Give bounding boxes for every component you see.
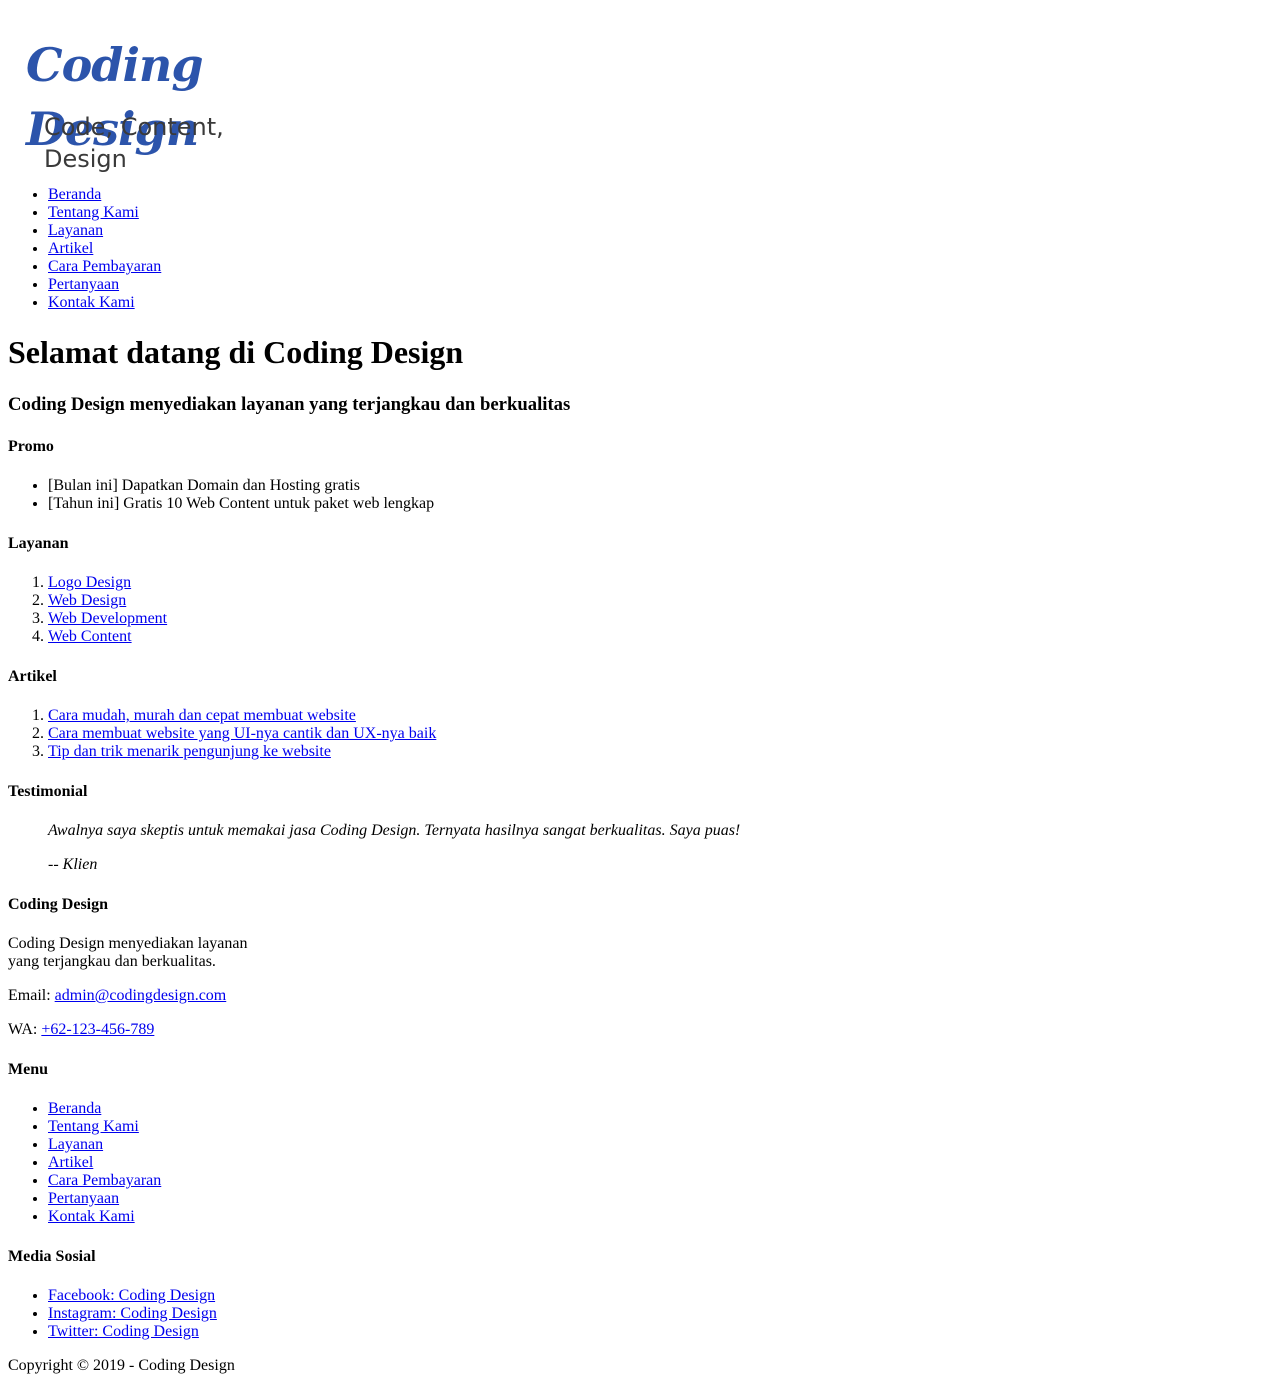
page: Coding Design Code, Content, Design Bera…: [0, 0, 1280, 1375]
nav-link-layanan[interactable]: Layanan: [48, 222, 103, 239]
copyright: Copyright © 2019 - Coding Design: [8, 1357, 235, 1374]
footer-menu-list: Beranda Tentang Kami Layanan Artikel Car…: [8, 1100, 1272, 1226]
nav-link-cara-pembayaran[interactable]: Cara Pembayaran: [48, 258, 161, 275]
wa-link[interactable]: +62-123-456-789: [41, 1021, 154, 1038]
promo-item: [Bulan ini] Dapatkan Domain dan Hosting …: [48, 477, 1272, 495]
footer-link-cara-pembayaran[interactable]: Cara Pembayaran: [48, 1172, 161, 1189]
services-list: Logo Design Web Design Web Development W…: [8, 574, 1272, 646]
articles-heading: Artikel: [8, 668, 57, 685]
article-link[interactable]: Tip dan trik menarik pengunjung ke websi…: [48, 743, 331, 760]
about-line-2: yang terjangkau dan berkualitas.: [8, 953, 216, 970]
nav-item-tentang-kami: Tentang Kami: [48, 204, 1272, 222]
footer-menu-item: Tentang Kami: [48, 1118, 1272, 1136]
article-link[interactable]: Cara mudah, murah dan cepat membuat webs…: [48, 707, 356, 724]
wa-label: WA:: [8, 1021, 38, 1038]
logo-tagline: Code, Content, Design: [44, 113, 224, 173]
footer-link-artikel[interactable]: Artikel: [48, 1154, 93, 1171]
service-item: Web Content: [48, 628, 1272, 646]
logo[interactable]: Coding Design Code, Content, Design: [22, 33, 312, 173]
article-item: Cara mudah, murah dan cepat membuat webs…: [48, 707, 1272, 725]
email-line: Email: admin@codingdesign.com: [8, 987, 1272, 1005]
article-item: Cara membuat website yang UI-nya cantik …: [48, 725, 1272, 743]
nav-item-beranda: Beranda: [48, 186, 1272, 204]
testimonial-author: -- Klien: [48, 856, 98, 873]
testimonial-heading: Testimonial: [8, 783, 88, 800]
footer-menu-item: Cara Pembayaran: [48, 1172, 1272, 1190]
social-heading: Media Sosial: [8, 1248, 96, 1265]
main-nav: Beranda Tentang Kami Layanan Artikel Car…: [8, 186, 1272, 312]
footer-menu-heading: Menu: [8, 1061, 48, 1078]
footer-link-tentang-kami[interactable]: Tentang Kami: [48, 1118, 139, 1135]
social-item: Instagram: Coding Design: [48, 1305, 1272, 1323]
nav-item-layanan: Layanan: [48, 222, 1272, 240]
nav-item-kontak-kami: Kontak Kami: [48, 294, 1272, 312]
testimonial-text: Awalnya saya skeptis untuk memakai jasa …: [48, 822, 741, 839]
logo-container: Coding Design Code, Content, Design: [8, 0, 1272, 173]
page-subtitle: Coding Design menyediakan layanan yang t…: [8, 394, 571, 415]
promo-item: [Tahun ini] Gratis 10 Web Content untuk …: [48, 495, 1272, 513]
articles-list: Cara mudah, murah dan cepat membuat webs…: [8, 707, 1272, 761]
footer-menu-item: Beranda: [48, 1100, 1272, 1118]
footer-menu-item: Layanan: [48, 1136, 1272, 1154]
promo-list: [Bulan ini] Dapatkan Domain dan Hosting …: [8, 477, 1272, 513]
site-footer: Coding Design Coding Design menyediakan …: [8, 896, 1272, 1375]
email-link[interactable]: admin@codingdesign.com: [55, 987, 227, 1004]
footer-link-pertanyaan[interactable]: Pertanyaan: [48, 1190, 119, 1207]
wa-line: WA: +62-123-456-789: [8, 1021, 1272, 1039]
about-line-1: Coding Design menyediakan layanan: [8, 935, 248, 952]
footer-menu-item: Kontak Kami: [48, 1208, 1272, 1226]
email-label: Email:: [8, 987, 51, 1004]
footer-menu-item: Pertanyaan: [48, 1190, 1272, 1208]
services-heading: Layanan: [8, 535, 69, 552]
service-link-logo-design[interactable]: Logo Design: [48, 574, 131, 591]
page-title: Selamat datang di Coding Design: [8, 334, 464, 370]
nav-item-cara-pembayaran: Cara Pembayaran: [48, 258, 1272, 276]
main-nav-list: Beranda Tentang Kami Layanan Artikel Car…: [8, 186, 1272, 312]
nav-link-beranda[interactable]: Beranda: [48, 186, 101, 203]
promo-heading: Promo: [8, 438, 54, 455]
social-link-twitter[interactable]: Twitter: Coding Design: [48, 1323, 199, 1340]
article-link[interactable]: Cara membuat website yang UI-nya cantik …: [48, 725, 436, 742]
social-item: Twitter: Coding Design: [48, 1323, 1272, 1341]
nav-link-tentang-kami[interactable]: Tentang Kami: [48, 204, 139, 221]
about-heading: Coding Design: [8, 896, 109, 913]
nav-item-artikel: Artikel: [48, 240, 1272, 258]
footer-menu-item: Artikel: [48, 1154, 1272, 1172]
footer-link-layanan[interactable]: Layanan: [48, 1136, 103, 1153]
service-item: Web Design: [48, 592, 1272, 610]
footer-link-kontak-kami[interactable]: Kontak Kami: [48, 1208, 135, 1225]
footer-link-beranda[interactable]: Beranda: [48, 1100, 101, 1117]
social-item: Facebook: Coding Design: [48, 1287, 1272, 1305]
testimonial-quote: Awalnya saya skeptis untuk memakai jasa …: [48, 822, 1232, 874]
social-link-instagram[interactable]: Instagram: Coding Design: [48, 1305, 217, 1322]
nav-link-artikel[interactable]: Artikel: [48, 240, 93, 257]
social-link-facebook[interactable]: Facebook: Coding Design: [48, 1287, 215, 1304]
about-text: Coding Design menyediakan layanan yang t…: [8, 935, 1272, 971]
nav-link-kontak-kami[interactable]: Kontak Kami: [48, 294, 135, 311]
nav-item-pertanyaan: Pertanyaan: [48, 276, 1272, 294]
service-item: Web Development: [48, 610, 1272, 628]
service-link-web-design[interactable]: Web Design: [48, 592, 126, 609]
service-link-web-development[interactable]: Web Development: [48, 610, 167, 627]
article-item: Tip dan trik menarik pengunjung ke websi…: [48, 743, 1272, 761]
service-link-web-content[interactable]: Web Content: [48, 628, 132, 645]
nav-link-pertanyaan[interactable]: Pertanyaan: [48, 276, 119, 293]
site-header: Coding Design Code, Content, Design Bera…: [8, 0, 1272, 312]
main-content: Selamat datang di Coding Design Coding D…: [8, 334, 1272, 874]
social-list: Facebook: Coding Design Instagram: Codin…: [8, 1287, 1272, 1341]
service-item: Logo Design: [48, 574, 1272, 592]
